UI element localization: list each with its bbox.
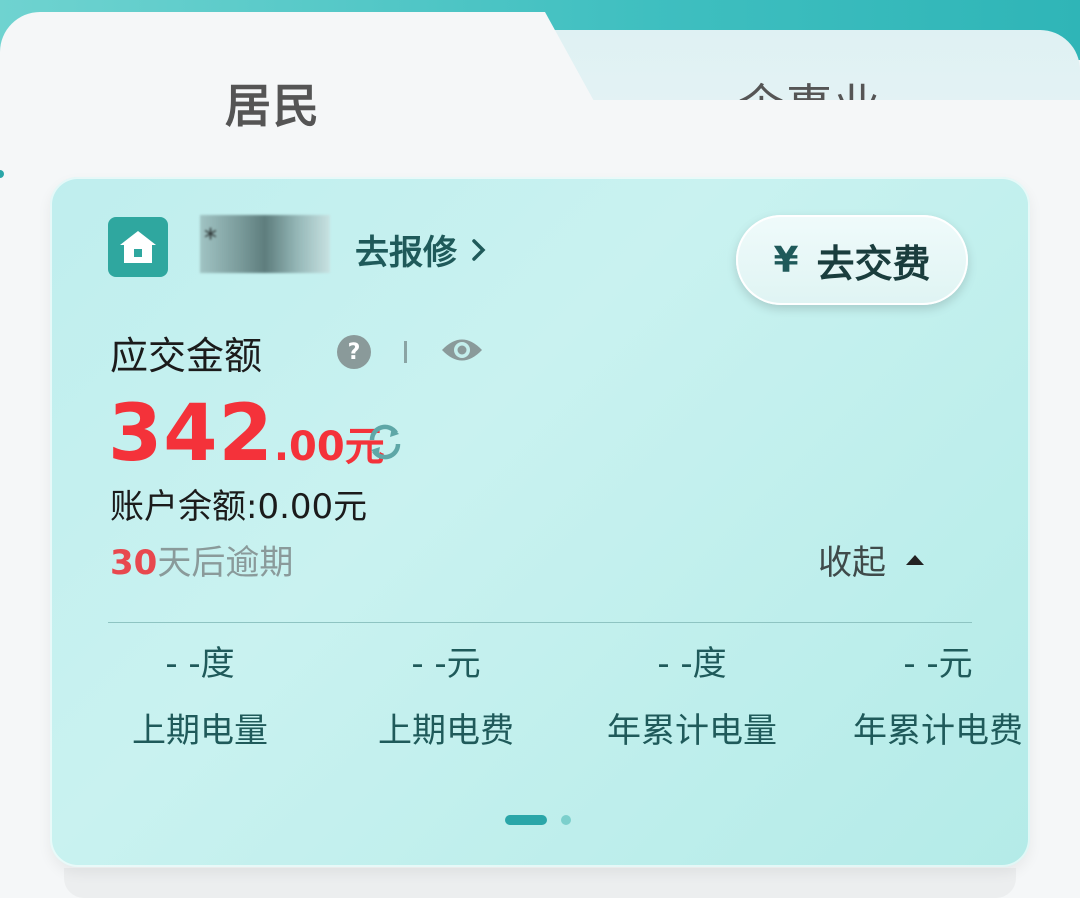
page-dot[interactable] [561, 815, 571, 825]
repair-label: 去报修 [355, 233, 457, 273]
bill-card: * 去报修 ¥ 去交费 应交金额 ? 342 .00元 账户余额:0.00元 3… [50, 177, 1030, 867]
account-balance: 账户余额:0.00元 [110, 487, 368, 527]
home-icon [108, 217, 168, 277]
stat-value: - -元 [903, 644, 973, 684]
stat-label: 年累计电量 [607, 711, 777, 751]
stat-last-period-usage[interactable]: - -度 上期电量 [90, 639, 310, 752]
stat-annual-usage[interactable]: - -度 年累计电量 [582, 639, 802, 752]
caret-up-icon [906, 554, 924, 565]
divider [404, 341, 407, 363]
eye-icon[interactable] [440, 335, 484, 365]
stat-label: 上期电量 [132, 711, 268, 751]
stat-value: - -度 [657, 644, 727, 684]
pay-button[interactable]: ¥ 去交费 [736, 215, 968, 305]
pay-button-label: 去交费 [816, 241, 931, 286]
account-number-masked: * [200, 215, 330, 273]
overdue-days: 30 [110, 543, 158, 583]
overdue-notice: 30天后逾期 [110, 535, 293, 584]
stat-value: - -元 [411, 644, 481, 684]
stat-last-period-fee[interactable]: - -元 上期电费 [336, 639, 556, 752]
stat-label: 上期电费 [378, 711, 514, 751]
yen-icon: ¥ [773, 239, 799, 281]
amount-integer: 342 [108, 389, 274, 479]
amount-due-label: 应交金额 [110, 334, 263, 378]
page-dot-active[interactable] [505, 815, 547, 825]
page-indicator [505, 815, 571, 825]
stat-label: 年累计电费 [853, 711, 1023, 751]
repair-link[interactable]: 去报修 [355, 225, 487, 274]
refresh-icon[interactable] [366, 423, 404, 461]
stat-annual-fee[interactable]: - -元 年累计电费 [828, 639, 1048, 752]
tab-resident-label: 居民 [225, 79, 321, 133]
collapse-label: 收起 [818, 543, 886, 583]
stat-value: - -度 [165, 644, 235, 684]
account-number-text: * [204, 224, 217, 254]
amount-due: 342 .00元 [108, 389, 385, 479]
separator [108, 622, 972, 623]
chevron-right-icon [472, 238, 486, 261]
card-shadow [64, 868, 1016, 898]
help-icon[interactable]: ? [337, 335, 371, 369]
collapse-button[interactable]: 收起 [818, 535, 924, 584]
usage-stats: - -度 上期电量 - -元 上期电费 - -度 年累计电量 - -元 年累计电… [80, 639, 1060, 759]
overdue-suffix: 天后逾期 [157, 543, 294, 583]
